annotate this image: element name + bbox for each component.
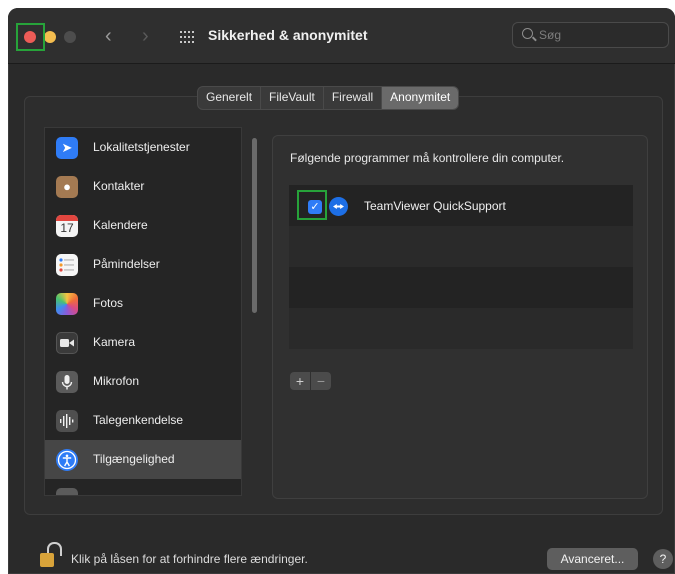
tab-filevault[interactable]: FileVault — [261, 87, 324, 109]
advanced-button[interactable]: Avanceret... — [547, 548, 638, 570]
microphone-icon — [56, 371, 78, 393]
calendar-icon: 17 — [56, 215, 78, 237]
zoom-window-button[interactable] — [64, 31, 76, 43]
tab-firewall[interactable]: Firewall — [324, 87, 383, 109]
add-app-button[interactable]: + — [290, 372, 310, 390]
sidebar-item-label: Påmindelser — [93, 257, 160, 271]
sidebar-item-tilgaengelighed[interactable]: Tilgængelighed — [45, 440, 241, 479]
accessibility-icon — [56, 449, 78, 471]
lock-icon[interactable] — [38, 541, 62, 569]
sidebar-item-paamindelser[interactable]: Påmindelser — [45, 245, 241, 284]
tab-anonymitet[interactable]: Anonymitet — [382, 87, 459, 109]
teamviewer-icon — [329, 197, 348, 216]
show-all-grid-icon[interactable] — [180, 31, 194, 43]
sidebar-item-label: Mikrofon — [93, 374, 140, 388]
preferences-window: ‹ › Sikkerhed & anonymitet Søg Generelt … — [8, 8, 675, 574]
highlight-box-close — [16, 23, 45, 51]
sidebar-item-label: Fotos — [93, 296, 124, 310]
minimize-window-button[interactable] — [44, 31, 56, 43]
sidebar-item-talegenkendelse[interactable]: Talegenkendelse — [45, 401, 241, 440]
contacts-icon: ● — [56, 176, 78, 198]
camera-icon — [56, 332, 78, 354]
sidebar-item-label: Talegenkendelse — [93, 413, 184, 427]
help-button[interactable]: ? — [653, 549, 673, 569]
speech-recognition-icon — [56, 410, 78, 432]
search-placeholder: Søg — [539, 28, 562, 42]
lock-status-text: Klik på låsen for at forhindre flere ænd… — [71, 552, 308, 566]
photos-icon — [56, 293, 78, 315]
sidebar-item-mikrofon[interactable]: Mikrofon — [45, 362, 241, 401]
forward-arrow-icon[interactable]: › — [142, 25, 149, 47]
sidebar-item-label: Lokalitetstjenester — [93, 140, 190, 154]
tab-bar: Generelt FileVault Firewall Anonymitet — [197, 86, 460, 110]
sidebar-item-label: Kalendere — [93, 218, 148, 232]
sidebar-item-kalendere[interactable]: 17 Kalendere — [45, 206, 241, 245]
sidebar-item-fotos[interactable]: Fotos — [45, 284, 241, 323]
remove-app-button[interactable]: − — [311, 372, 331, 390]
list-item-empty — [289, 308, 633, 349]
privacy-category-list: ➤ Lokalitetstjenester ● Kontakter 17 Kal… — [44, 127, 242, 496]
sidebar-item-label: Tilgængelighed — [93, 452, 175, 466]
sidebar-item-kontakter[interactable]: ● Kontakter — [45, 167, 241, 206]
sidebar-item-kamera[interactable]: Kamera — [45, 323, 241, 362]
reminders-icon — [56, 254, 78, 276]
sidebar-item-label: Kamera — [93, 335, 136, 349]
search-field[interactable]: Søg — [512, 22, 669, 48]
list-item-empty — [289, 267, 633, 308]
title-bar: ‹ › Sikkerhed & anonymitet Søg — [8, 8, 675, 64]
tab-generelt[interactable]: Generelt — [198, 87, 262, 109]
highlight-box-checkbox — [297, 190, 327, 220]
sidebar-item-partial[interactable] — [45, 479, 241, 495]
sidebar-item-lokalitetstjenester[interactable]: ➤ Lokalitetstjenester — [45, 128, 241, 167]
partially-visible-icon — [56, 488, 78, 495]
permissions-description: Følgende programmer må kontrollere din c… — [290, 151, 565, 165]
back-arrow-icon[interactable]: ‹ — [105, 25, 112, 47]
search-icon — [522, 28, 533, 39]
list-item-empty — [289, 226, 633, 267]
app-name: TeamViewer QuickSupport — [364, 199, 506, 213]
window-title: Sikkerhed & anonymitet — [208, 27, 368, 43]
location-arrow-icon: ➤ — [56, 137, 78, 159]
sidebar-scrollbar[interactable] — [252, 138, 257, 313]
sidebar-item-label: Kontakter — [93, 179, 145, 193]
